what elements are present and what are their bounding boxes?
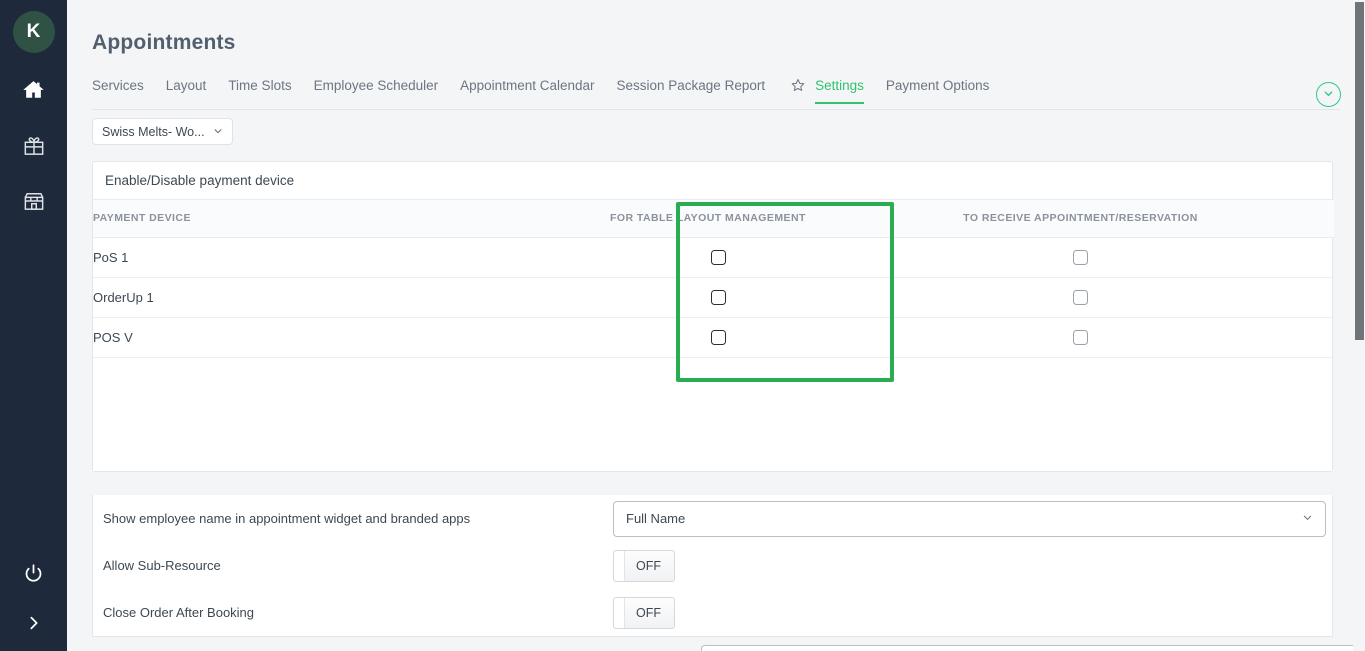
tab-payment-options[interactable]: Payment Options xyxy=(886,78,990,103)
table-header-row: PAYMENT DEVICE FOR TABLE LAYOUT MANAGEME… xyxy=(93,200,1334,237)
toggle-knob xyxy=(614,598,625,628)
cell-table-layout-checkbox xyxy=(610,277,827,317)
employee-name-display-select[interactable]: Full Name xyxy=(613,501,1326,537)
select-value: Full Name xyxy=(626,511,685,526)
checkbox-receive-pos1[interactable] xyxy=(1073,250,1088,265)
payment-device-card: Enable/Disable payment device PAYMENT DE… xyxy=(92,161,1333,472)
setting-row-employee-name-display: Show employee name in appointment widget… xyxy=(93,495,1332,542)
star-outline-icon[interactable] xyxy=(791,78,805,102)
store-select[interactable]: Swiss Melts- Wo... xyxy=(92,118,233,145)
close-order-after-booking-toggle[interactable]: OFF xyxy=(613,597,675,629)
chevron-down-icon xyxy=(1323,86,1334,104)
sidebar: K xyxy=(0,0,67,651)
sidebar-expand-toggle[interactable] xyxy=(10,603,58,643)
checkbox-receive-orderup1[interactable] xyxy=(1073,290,1088,305)
card-title: Enable/Disable payment device xyxy=(93,162,1332,200)
expand-chevron-icon xyxy=(26,615,42,631)
tab-settings[interactable]: Settings xyxy=(815,78,864,103)
checkbox-table-layout-pos1[interactable] xyxy=(711,250,726,265)
store-select-value: Swiss Melts- Wo... xyxy=(102,125,205,139)
chevron-down-icon xyxy=(1302,511,1313,526)
tab-bar: Services Layout Time Slots Employee Sche… xyxy=(92,78,1340,110)
table-row: OrderUp 1 xyxy=(93,277,1334,317)
checkbox-table-layout-orderup1[interactable] xyxy=(711,290,726,305)
table-row: PoS 1 xyxy=(93,237,1334,277)
sidebar-item-gift[interactable] xyxy=(10,125,58,165)
setting-row-close-order-after-booking: Close Order After Booking OFF xyxy=(93,589,1332,636)
card-empty-space xyxy=(93,358,1332,471)
sidebar-bottom-group xyxy=(0,543,67,651)
sidebar-item-store[interactable] xyxy=(10,181,58,221)
checkbox-table-layout-posv[interactable] xyxy=(711,330,726,345)
tab-time-slots[interactable]: Time Slots xyxy=(228,78,291,103)
tab-services[interactable]: Services xyxy=(92,78,144,103)
sidebar-item-power[interactable] xyxy=(10,553,58,593)
chevron-down-icon xyxy=(213,125,223,139)
page-scrollbar-thumb[interactable] xyxy=(1355,2,1364,340)
cell-device-name: OrderUp 1 xyxy=(93,277,610,317)
settings-section: Show employee name in appointment widget… xyxy=(92,495,1333,637)
cell-table-layout-checkbox xyxy=(610,237,827,277)
page-title: Appointments xyxy=(92,31,236,55)
avatar[interactable]: K xyxy=(13,11,55,53)
column-header-payment-device: PAYMENT DEVICE xyxy=(93,200,610,237)
tab-employee-scheduler[interactable]: Employee Scheduler xyxy=(314,78,439,103)
allow-sub-resource-toggle[interactable]: OFF xyxy=(613,550,675,582)
gift-icon xyxy=(23,135,45,156)
sidebar-item-home[interactable] xyxy=(10,69,58,109)
table-header: PAYMENT DEVICE FOR TABLE LAYOUT MANAGEME… xyxy=(93,200,1334,237)
next-setting-control-partial[interactable] xyxy=(701,645,1365,651)
setting-label: Show employee name in appointment widget… xyxy=(103,511,613,526)
cell-table-layout-checkbox xyxy=(610,317,827,357)
cell-device-name: POS V xyxy=(93,317,610,357)
cell-receive-checkbox xyxy=(827,317,1334,357)
table-row: POS V xyxy=(93,317,1334,357)
home-icon xyxy=(23,80,44,99)
tab-appointment-calendar[interactable]: Appointment Calendar xyxy=(460,78,594,103)
store-icon xyxy=(23,191,45,211)
setting-label: Allow Sub-Resource xyxy=(103,558,613,573)
cell-device-name: PoS 1 xyxy=(93,237,610,277)
column-header-table-layout: FOR TABLE LAYOUT MANAGEMENT xyxy=(610,200,827,237)
cell-receive-checkbox xyxy=(827,237,1334,277)
payment-device-table: PAYMENT DEVICE FOR TABLE LAYOUT MANAGEME… xyxy=(93,200,1334,358)
setting-row-allow-sub-resource: Allow Sub-Resource OFF xyxy=(93,542,1332,589)
column-header-receive-appointment: TO RECEIVE APPOINTMENT/RESERVATION xyxy=(827,200,1334,237)
tab-session-package-report[interactable]: Session Package Report xyxy=(617,78,766,103)
power-icon xyxy=(23,563,44,584)
setting-label: Close Order After Booking xyxy=(103,605,613,620)
page-scrollbar-track[interactable] xyxy=(1353,0,1365,651)
toggle-state-label: OFF xyxy=(636,559,661,573)
collapse-panel-button[interactable] xyxy=(1316,82,1341,107)
tab-layout[interactable]: Layout xyxy=(166,78,207,103)
cell-receive-checkbox xyxy=(827,277,1334,317)
main-content: Appointments Services Layout Time Slots … xyxy=(67,0,1365,651)
table-body: PoS 1 OrderUp 1 xyxy=(93,237,1334,357)
toggle-knob xyxy=(614,551,625,581)
toggle-state-label: OFF xyxy=(636,606,661,620)
checkbox-receive-posv[interactable] xyxy=(1073,330,1088,345)
